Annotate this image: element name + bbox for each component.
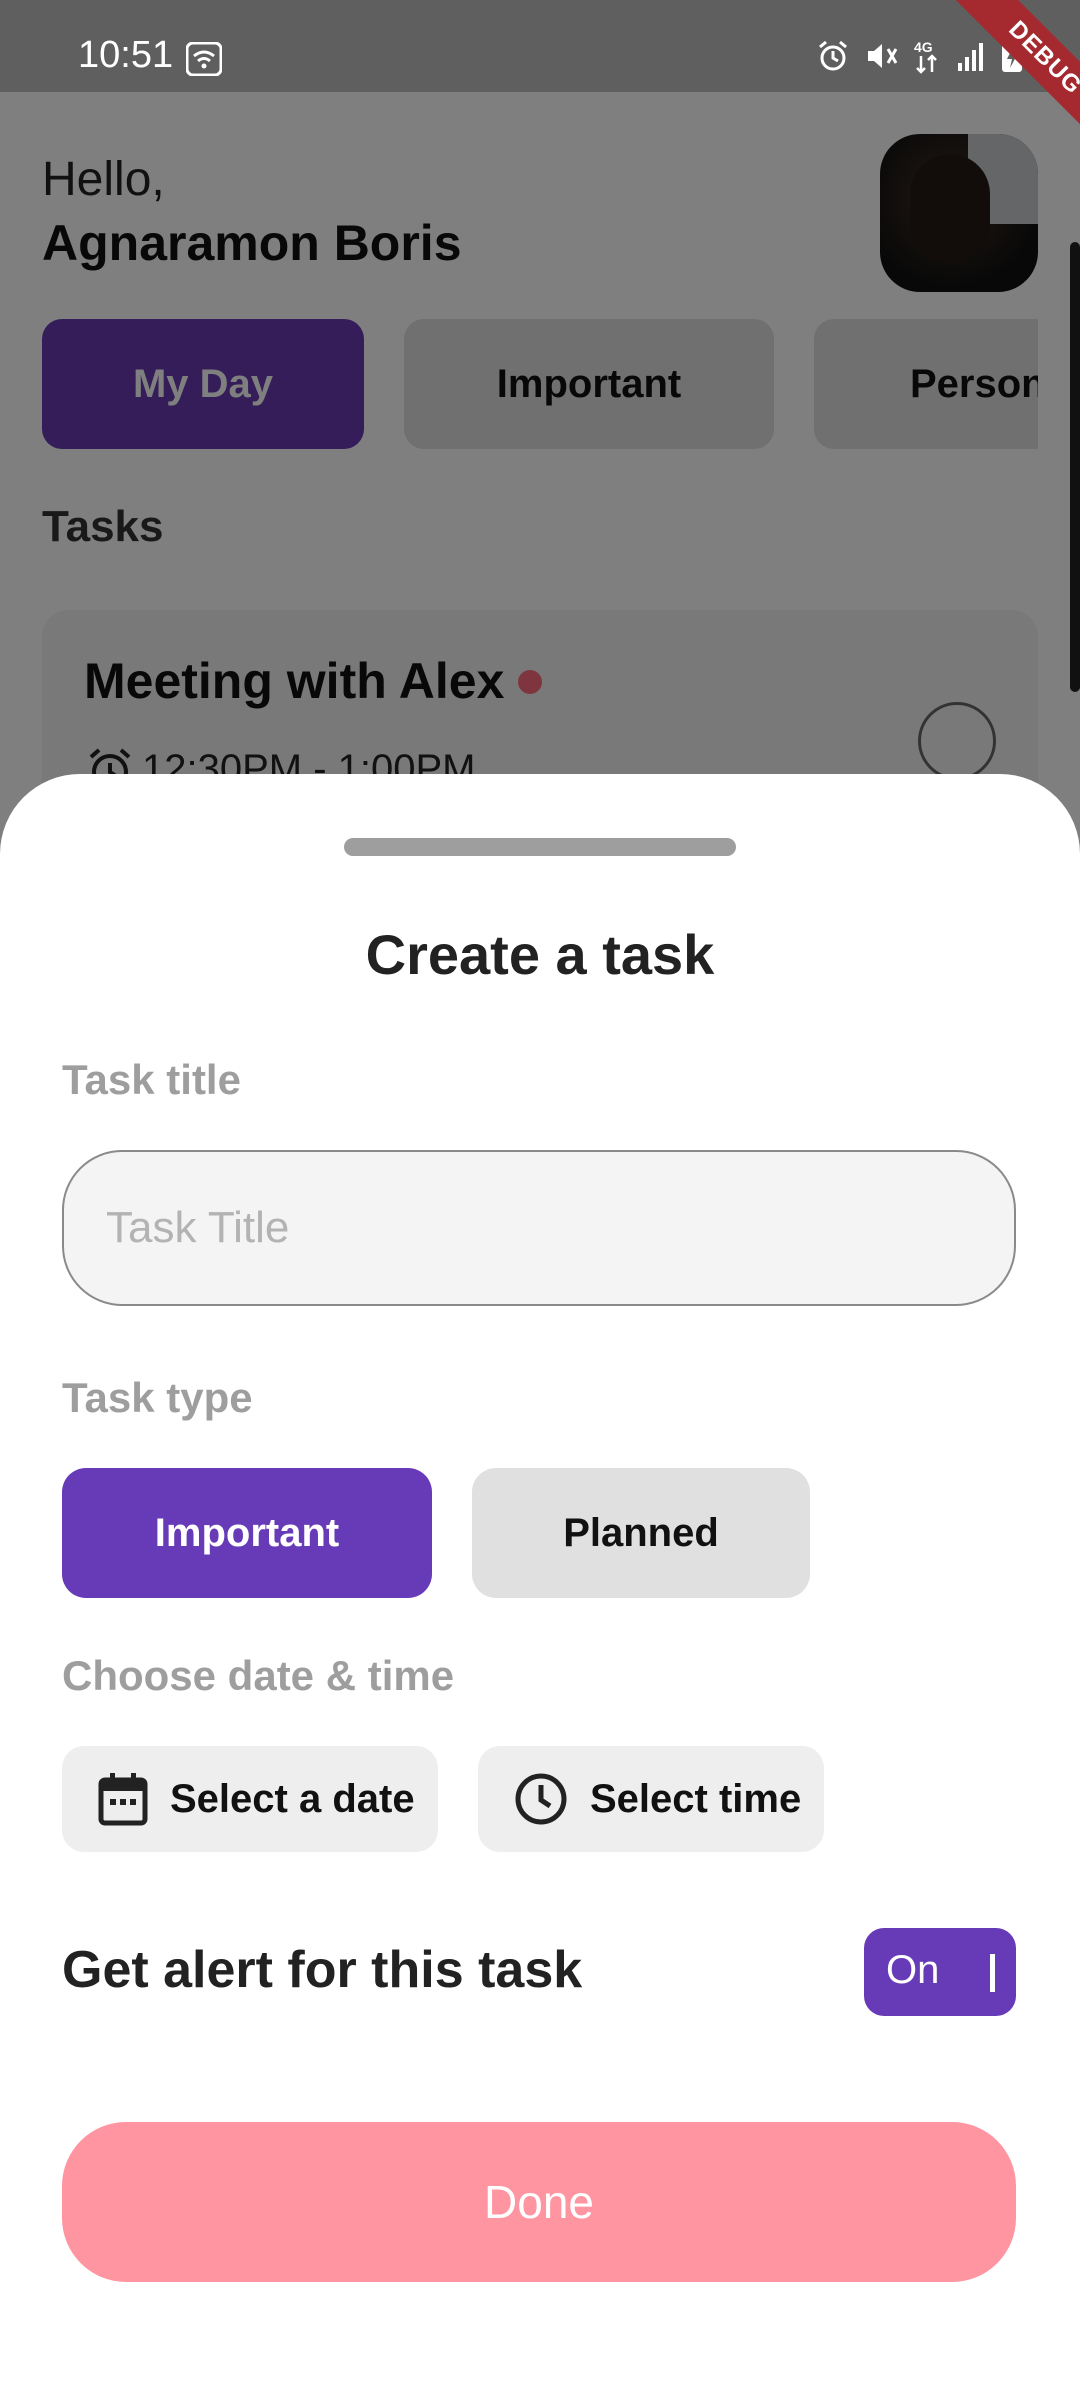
sheet-title: Create a task: [365, 923, 715, 986]
select-date-label: Select a date: [170, 1776, 415, 1821]
screen: 10:51 4G DEBUG Create a task Task title …: [0, 0, 1080, 2400]
signal-icon: [958, 43, 983, 71]
clock-icon: [515, 1773, 567, 1825]
task-title-input[interactable]: [62, 1150, 1016, 1306]
alert-toggle-text: On: [886, 1948, 940, 1992]
datetime-label: Choose date & time: [62, 1652, 455, 1699]
select-date-button[interactable]: Select a date: [62, 1746, 438, 1852]
select-time-button[interactable]: Select time: [478, 1746, 824, 1852]
sheet-drag-handle[interactable]: [344, 838, 736, 856]
status-time: 10:51: [78, 34, 174, 76]
task-type-planned-button[interactable]: Planned: [472, 1468, 810, 1598]
alert-label: Get alert for this task: [62, 1941, 583, 1999]
status-bar: 10:51 4G: [0, 0, 1080, 92]
mute-icon: [868, 44, 898, 68]
task-title-label: Task title: [62, 1056, 241, 1103]
svg-text:4G: 4G: [914, 39, 933, 55]
task-type-label: Task type: [62, 1374, 253, 1421]
alert-toggle[interactable]: On: [864, 1928, 1016, 2016]
alarm-icon: [819, 40, 847, 71]
task-type-important-button[interactable]: Important: [62, 1468, 432, 1598]
status-icons: 4G: [816, 38, 1024, 74]
calendar-icon: [98, 1773, 148, 1826]
4g-icon: 4G: [914, 39, 937, 74]
done-button[interactable]: Done: [62, 2122, 1016, 2282]
alert-toggle-thumb: [990, 1954, 995, 1992]
create-task-sheet: Create a task Task title Task type Impor…: [0, 774, 1080, 2400]
wifi-icon: [186, 42, 222, 76]
select-time-label: Select time: [590, 1776, 802, 1821]
